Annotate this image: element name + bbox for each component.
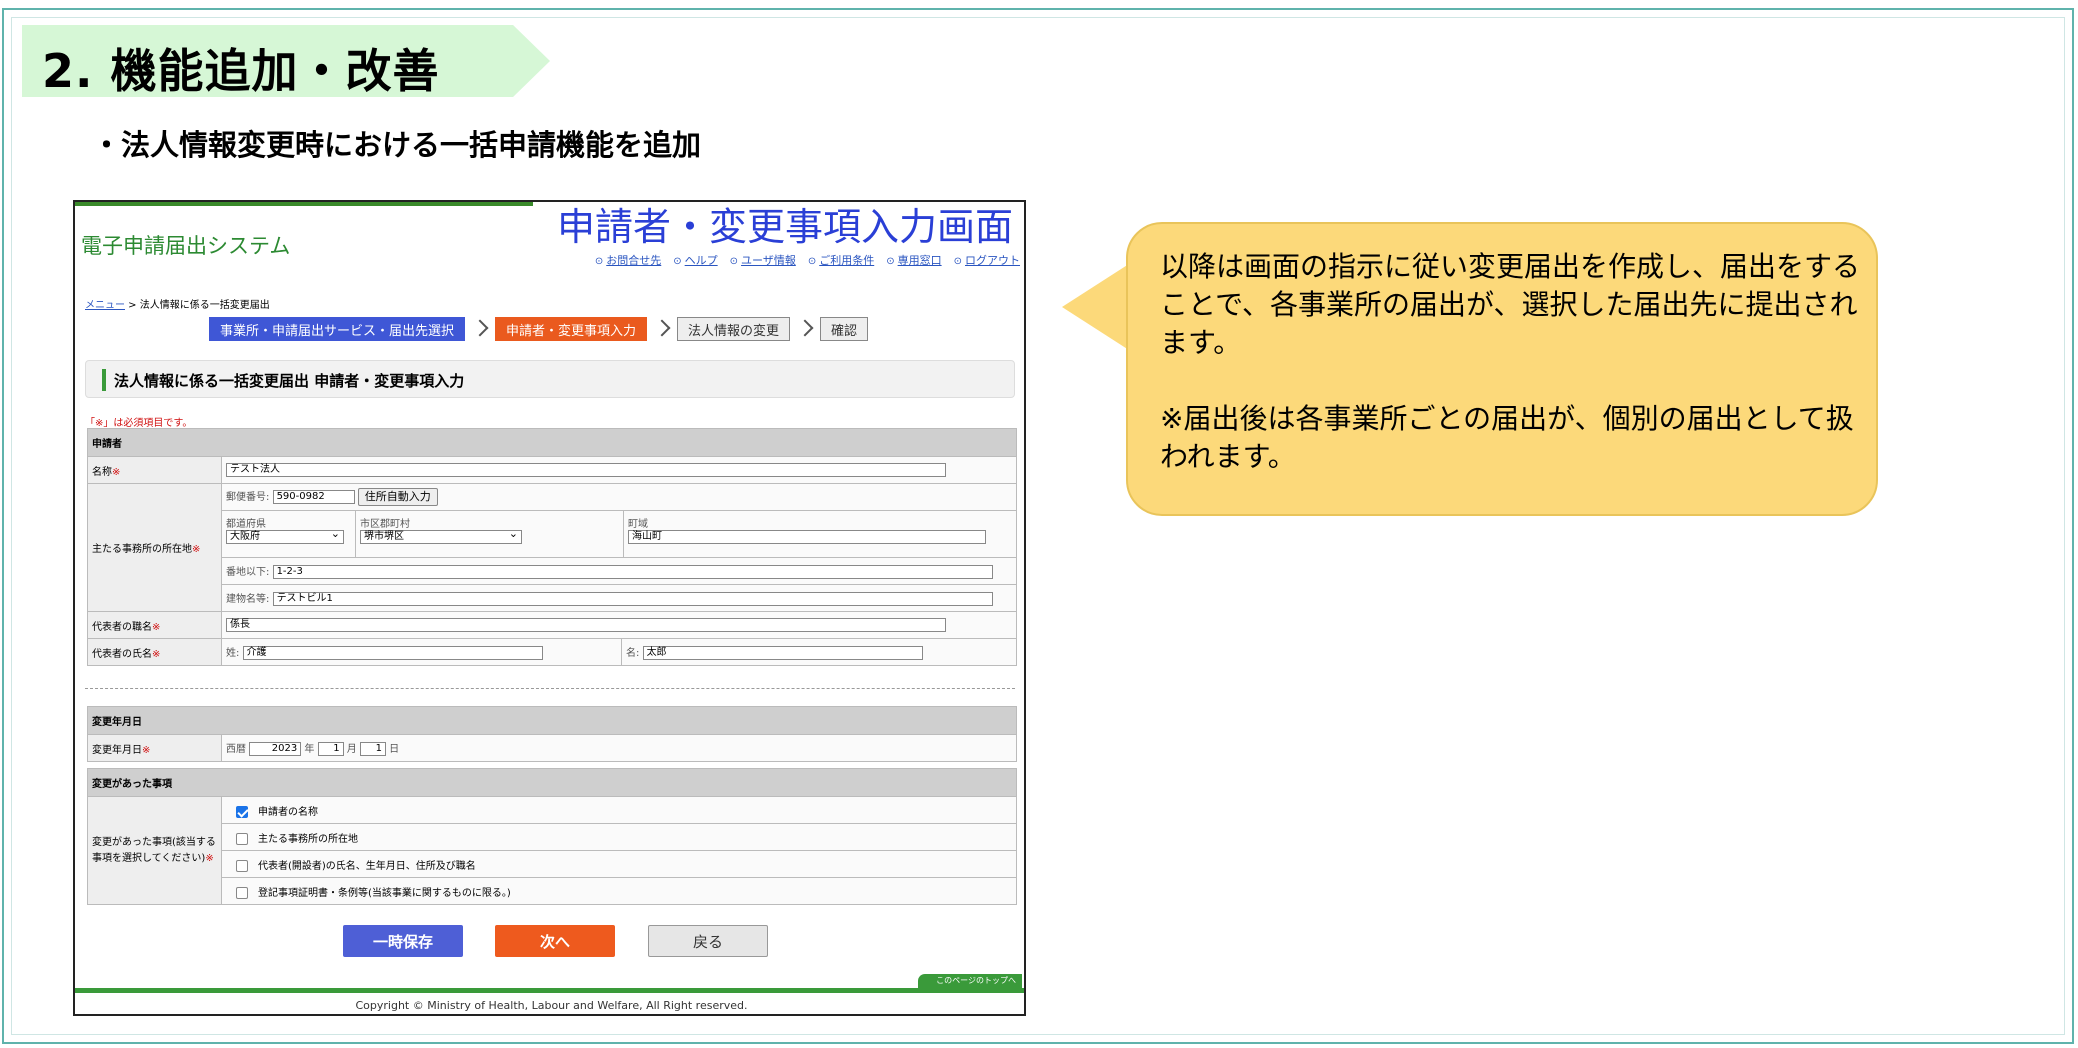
- link-help[interactable]: ヘルプ: [685, 254, 718, 267]
- breadcrumb-current: > 法人情報に係る一括変更届出: [125, 300, 270, 311]
- rep-name-label: 代表者の氏名※: [87, 638, 222, 666]
- step-3: 法人情報の変更: [677, 317, 791, 341]
- link-terms[interactable]: ご利用条件: [819, 254, 874, 267]
- page-top-link[interactable]: このページのトップへ: [918, 974, 1022, 988]
- breadcrumb-menu-link[interactable]: メニュー: [85, 300, 125, 311]
- link-arrow-icon: ⊙: [953, 256, 962, 267]
- checkbox-representative[interactable]: [236, 859, 248, 872]
- required-note: 「※」は必須項目です。: [85, 418, 193, 429]
- day-input[interactable]: 1: [359, 742, 386, 756]
- step-1: 事業所・申請届出サービス・届出先選択: [209, 317, 466, 341]
- change-date-table: 変更年月日 変更年月日※ 西暦 2023 年 1 月 1 日: [87, 706, 1017, 762]
- app-screenshot: 電子申請届出システム 申請者・変更事項入力画面 ⊙ お問合せ先 ⊙ ヘルプ ⊙ ユーザ…: [73, 200, 1026, 1016]
- save-draft-button[interactable]: 一時保存: [343, 925, 463, 957]
- rep-title-label: 代表者の職名※: [87, 611, 222, 639]
- checkbox-office-address[interactable]: [236, 832, 248, 845]
- applicant-section-header: 申請者: [87, 428, 1017, 457]
- city-select[interactable]: 堺市堺区: [360, 528, 522, 544]
- section-title-band: 2. 機能追加・改善: [22, 25, 550, 97]
- town-input[interactable]: 海山町: [628, 530, 986, 544]
- subtitle: ・法人情報変更時における一括申請機能を追加: [92, 128, 702, 162]
- change-items-label: 変更があった事項(該当する事項を選択してください)※: [87, 796, 222, 905]
- link-logout[interactable]: ログアウト: [965, 254, 1020, 267]
- step-indicator: 事業所・申請届出サービス・届出先選択 申請者・変更事項入力 法人情報の変更 確認: [209, 317, 869, 341]
- breadcrumb: メニュー > 法人情報に係る一括変更届出: [85, 296, 270, 311]
- back-button[interactable]: 戻る: [648, 925, 768, 957]
- callout-line-2: ※届出後は各事業所ごとの届出が、個別の届出として扱われます。: [1160, 402, 1854, 473]
- checkbox-applicant-name[interactable]: [236, 805, 248, 818]
- name-input[interactable]: テスト法人: [226, 463, 946, 477]
- divider: [85, 688, 1015, 689]
- change-items-table: 変更があった事項 変更があった事項(該当する事項を選択してください)※ 申請者の…: [87, 768, 1017, 905]
- applicant-table: 申請者 名称※ テスト法人 主たる事務所の所在地※ 郵便番号: 590-0982…: [87, 428, 1017, 666]
- copyright: Copyright © Ministry of Health, Labour a…: [355, 999, 748, 1012]
- chevron-right-icon: [655, 317, 669, 341]
- year-input[interactable]: 2023: [249, 742, 302, 756]
- page-heading: 法人情報に係る一括変更届出 申請者・変更事項入力: [85, 360, 1015, 398]
- change-date-label: 変更年月日※: [87, 734, 222, 762]
- callout-line-1: 以降は画面の指示に従い変更届出を作成し、届出をすることで、各事業所の届出が、選択…: [1160, 250, 1861, 359]
- chevron-right-icon: [473, 317, 487, 341]
- rep-title-input[interactable]: 係長: [226, 618, 946, 632]
- postal-code-input[interactable]: 590-0982: [272, 490, 355, 504]
- change-items-section-header: 変更があった事項: [87, 768, 1017, 797]
- page-heading-text: 法人情報に係る一括変更届出 申請者・変更事項入力: [114, 372, 465, 390]
- section-title: 2. 機能追加・改善: [42, 44, 440, 98]
- auto-address-button[interactable]: 住所自動入力: [357, 488, 438, 506]
- step-4: 確認: [820, 317, 869, 341]
- step-2-current: 申請者・変更事項入力: [495, 317, 648, 341]
- screen-label: 申請者・変更事項入力画面: [553, 202, 1018, 251]
- top-links: ⊙ お問合せ先 ⊙ ヘルプ ⊙ ユーザ情報 ⊙ ご利用条件 ⊙ 専用窓口 ⊙ ログアウト: [595, 252, 1020, 268]
- chevron-right-icon: [798, 317, 812, 341]
- link-arrow-icon: ⊙: [729, 256, 739, 267]
- link-user-info[interactable]: ユーザ情報: [741, 254, 796, 267]
- link-window[interactable]: 専用窓口: [898, 254, 942, 267]
- next-button[interactable]: 次へ: [495, 925, 615, 957]
- month-input[interactable]: 1: [317, 742, 344, 756]
- link-arrow-icon: ⊙: [594, 256, 604, 267]
- building-input[interactable]: テストビル1: [272, 592, 993, 606]
- name-label: 名称※: [87, 456, 222, 484]
- address-label: 主たる事務所の所在地※: [87, 483, 222, 612]
- link-arrow-icon: ⊙: [886, 256, 895, 267]
- checkbox-registry[interactable]: [236, 886, 248, 899]
- link-arrow-icon: ⊙: [673, 256, 682, 267]
- change-date-section-header: 変更年月日: [87, 706, 1017, 735]
- footer-bar: [75, 988, 1024, 993]
- last-name-input[interactable]: 介護: [242, 646, 543, 660]
- link-contact[interactable]: お問合せ先: [606, 254, 661, 267]
- callout-text: 以降は画面の指示に従い変更届出を作成し、届出をすることで、各事業所の届出が、選択…: [1160, 248, 1860, 514]
- banchi-input[interactable]: 1-2-3: [272, 565, 993, 579]
- link-arrow-icon: ⊙: [807, 256, 817, 267]
- first-name-input[interactable]: 太郎: [642, 646, 923, 660]
- app-title: 電子申請届出システム: [81, 234, 291, 258]
- prefecture-select[interactable]: 大阪府: [226, 528, 344, 544]
